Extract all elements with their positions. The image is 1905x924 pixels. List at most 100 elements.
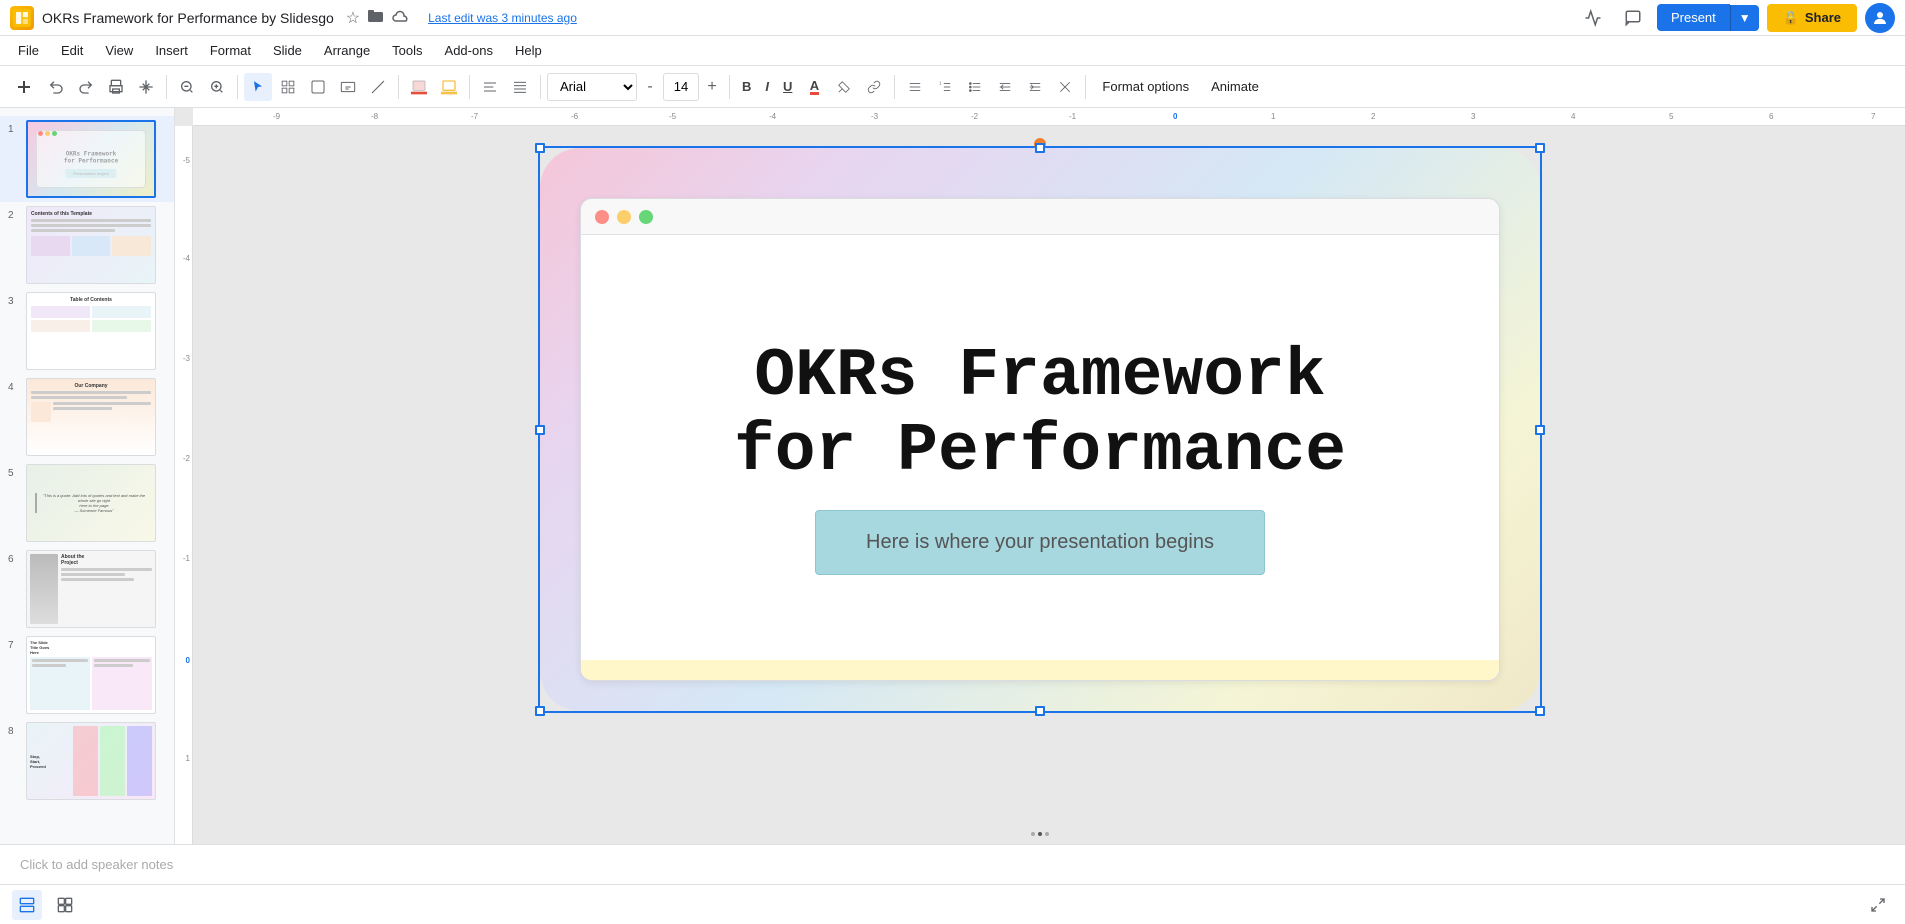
italic-btn[interactable]: I <box>759 73 775 101</box>
cloud-save-icon[interactable] <box>392 9 410 26</box>
bold-btn[interactable]: B <box>736 73 757 101</box>
format-options-btn[interactable]: Format options <box>1092 73 1199 101</box>
canvas-area[interactable]: -9 -8 -7 -6 -5 -4 -3 -2 -1 0 1 2 3 4 5 6… <box>175 108 1905 844</box>
highlight-btn[interactable] <box>830 73 858 101</box>
present-button[interactable]: Present <box>1657 4 1730 31</box>
thumbnail-slide-8[interactable]: 8 Stop,Start,Proceed <box>0 718 174 804</box>
toolbar: Arial - + B I U A 1 Format opti <box>0 66 1905 108</box>
app-icon <box>10 6 34 30</box>
thumbnail-5-preview: "This is a quote. Add lots of quotes and… <box>26 464 156 542</box>
title-bar: OKRs Framework for Performance by Slides… <box>0 0 1905 36</box>
grid-view-btn[interactable] <box>50 890 80 920</box>
history-icon-btn[interactable] <box>1577 2 1609 34</box>
undo-btn[interactable] <box>42 73 70 101</box>
doc-title: OKRs Framework for Performance by Slides… <box>42 10 334 26</box>
handle-br[interactable] <box>1535 706 1545 716</box>
present-dropdown-btn[interactable]: ▼ <box>1730 5 1759 31</box>
numbered-list-btn[interactable]: 1 <box>931 73 959 101</box>
zoom-out-btn[interactable] <box>173 73 201 101</box>
browser-bar <box>581 199 1499 235</box>
thumbnail-slide-6[interactable]: 6 About theProject <box>0 546 174 632</box>
menu-slide[interactable]: Slide <box>263 39 312 62</box>
select-all-btn[interactable] <box>274 73 302 101</box>
font-family-select[interactable]: Arial <box>547 73 637 101</box>
thumbnail-slide-7[interactable]: 7 The SlideTitle GoesHere <box>0 632 174 718</box>
handle-tl[interactable] <box>535 143 545 153</box>
text-color-btn[interactable]: A <box>800 73 828 101</box>
handle-bl[interactable] <box>535 706 545 716</box>
user-avatar[interactable] <box>1865 3 1895 33</box>
menu-view[interactable]: View <box>95 39 143 62</box>
print-btn[interactable] <box>102 73 130 101</box>
comments-icon-btn[interactable] <box>1617 2 1649 34</box>
thumbnail-slide-2[interactable]: 2 Contents of this Template <box>0 202 174 288</box>
font-size-input[interactable] <box>663 73 699 101</box>
handle-tr[interactable] <box>1535 143 1545 153</box>
increase-indent-btn[interactable] <box>1021 73 1049 101</box>
speaker-notes[interactable]: Click to add speaker notes <box>0 844 1905 884</box>
paint-format-btn[interactable] <box>132 73 160 101</box>
border-color-btn[interactable] <box>435 73 463 101</box>
browser-content: OKRs Framework for Performance Here is w… <box>581 235 1499 680</box>
shapes-btn[interactable] <box>304 73 332 101</box>
browser-mockup: OKRs Framework for Performance Here is w… <box>580 198 1500 681</box>
ruler-horizontal: -9 -8 -7 -6 -5 -4 -3 -2 -1 0 1 2 3 4 5 6… <box>193 108 1905 126</box>
clear-format-btn[interactable] <box>1051 73 1079 101</box>
menu-insert[interactable]: Insert <box>145 39 198 62</box>
last-edit-link[interactable]: Last edit was 3 minutes ago <box>428 11 577 25</box>
handle-ml[interactable] <box>535 425 545 435</box>
thumbnail-2-preview: Contents of this Template <box>26 206 156 284</box>
font-size-minus-btn[interactable]: - <box>639 73 661 101</box>
zoom-in-btn[interactable] <box>203 73 231 101</box>
svg-text:1: 1 <box>940 80 943 85</box>
font-size-plus-btn[interactable]: + <box>701 73 723 101</box>
handle-tc[interactable] <box>1035 143 1045 153</box>
select-tool-btn[interactable] <box>244 73 272 101</box>
expand-btn[interactable] <box>1863 890 1893 920</box>
thumbnail-slide-3[interactable]: 3 Table of Contents <box>0 288 174 374</box>
link-btn[interactable] <box>860 73 888 101</box>
menu-bar: File Edit View Insert Format Slide Arran… <box>0 36 1905 66</box>
redo-btn[interactable] <box>72 73 100 101</box>
handle-bc[interactable] <box>1035 706 1045 716</box>
browser-dot-yellow <box>617 210 631 224</box>
menu-help[interactable]: Help <box>505 39 552 62</box>
handle-mr[interactable] <box>1535 425 1545 435</box>
menu-addons[interactable]: Add-ons <box>435 39 503 62</box>
menu-tools[interactable]: Tools <box>382 39 432 62</box>
speaker-notes-placeholder: Click to add speaker notes <box>20 857 173 872</box>
textbox-btn[interactable] <box>334 73 362 101</box>
bullet-list-btn[interactable] <box>961 73 989 101</box>
menu-file[interactable]: File <box>8 39 49 62</box>
align-more-btn[interactable] <box>506 73 534 101</box>
add-slide-btn[interactable] <box>8 73 40 101</box>
separator-3 <box>398 75 399 99</box>
animate-btn[interactable]: Animate <box>1201 73 1269 101</box>
thumbnail-slide-5[interactable]: 5 "This is a quote. Add lots of quotes a… <box>0 460 174 546</box>
share-button[interactable]: 🔒 Share <box>1767 4 1857 32</box>
menu-arrange[interactable]: Arrange <box>314 39 380 62</box>
menu-edit[interactable]: Edit <box>51 39 93 62</box>
underline-btn[interactable]: U <box>777 73 798 101</box>
menu-format[interactable]: Format <box>200 39 261 62</box>
folder-icon[interactable] <box>368 9 384 26</box>
fill-color-btn[interactable] <box>405 73 433 101</box>
para-align-btn[interactable] <box>901 73 929 101</box>
thumbnail-6-preview: About theProject <box>26 550 156 628</box>
line-btn[interactable] <box>364 73 392 101</box>
present-btn-group: Present ▼ <box>1657 4 1759 31</box>
thumbnail-slide-4[interactable]: 4 Our Company <box>0 374 174 460</box>
thumbnail-slide-1[interactable]: 1 OKRs Frameworkfor Performance Presenta… <box>0 116 174 202</box>
thumbnail-8-preview: Stop,Start,Proceed <box>26 722 156 800</box>
subtitle-box[interactable]: Here is where your presentation begins <box>815 510 1265 575</box>
slide-main-title: OKRs Framework for Performance <box>734 340 1346 490</box>
star-icon[interactable]: ☆ <box>346 8 360 28</box>
decrease-indent-btn[interactable] <box>991 73 1019 101</box>
separator-2 <box>237 75 238 99</box>
browser-dot-red <box>595 210 609 224</box>
list-view-btn[interactable] <box>12 890 42 920</box>
separator-8 <box>1085 75 1086 99</box>
main-slide[interactable]: OKRs Framework for Performance Here is w… <box>540 148 1540 711</box>
align-btn[interactable] <box>476 73 504 101</box>
separator-1 <box>166 75 167 99</box>
